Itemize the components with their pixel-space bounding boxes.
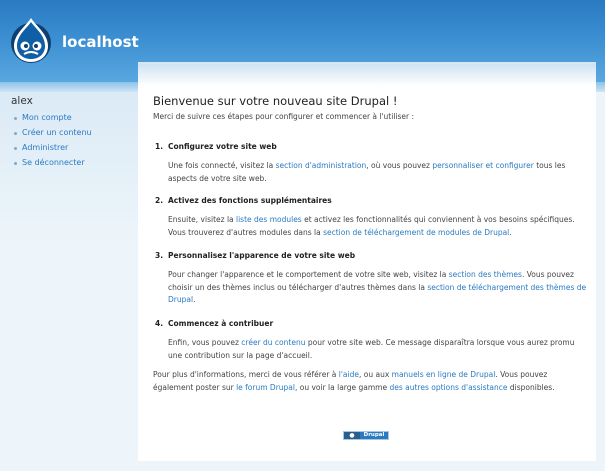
inline-link[interactable]: l'aide [339,370,359,379]
step-heading: 2. Activez des fonctions supplémentaires [155,196,587,208]
step-2: 2. Activez des fonctions supplémentaires … [155,196,587,239]
inline-text: , où vous pouvez [366,161,433,170]
inline-text: , ou aux [358,370,392,379]
inline-text: disponibles. [507,382,555,392]
powered-by-drupal-badge[interactable]: ● Drupal [343,431,389,440]
inline-link[interactable]: des autres options d'assistance [389,383,507,392]
step-body: Ensuite, visitez la liste des modules et… [168,214,587,239]
step-body: Pour changer l'apparence et le comportem… [168,269,587,307]
inline-text: , ou voir la large gamme [294,382,390,392]
inline-link[interactable]: section des thèmes [449,270,522,279]
step-1: 1. Configurez votre site web Une fois con… [155,142,587,185]
sidebar-user-name: alex [11,95,33,107]
inline-text: Une fois connecté, visitez la [168,161,276,170]
intro-text: Merci de suivre ces étapes pour configur… [153,112,414,121]
step-number: 3. [155,251,164,260]
inline-text: . [193,295,196,304]
inline-link[interactable]: personnaliser et configurer [432,161,533,170]
more-info-text: Pour plus d'informations, merci de vous … [153,369,583,394]
inline-link[interactable]: section d'administration [276,161,367,170]
inline-text: Pour changer l'apparence et le comportem… [168,270,449,279]
drupal-drop-icon[interactable] [10,16,52,64]
step-number: 1. [155,142,164,151]
inline-text: Pour plus d'informations, merci de vous … [153,370,339,379]
inline-link[interactable]: créer du contenu [241,338,305,347]
step-body: Une fois connecté, visitez la section d'… [168,160,587,185]
step-title: Configurez votre site web [168,142,277,151]
step-title: Personnalisez l'apparence de votre site … [168,251,356,260]
main-content: Bienvenue sur votre nouveau site Drupal … [138,62,596,461]
inline-link[interactable]: section de téléchargement de modules de … [323,228,509,237]
sidebar-item-deconnecter[interactable]: Se déconnecter [12,157,92,172]
step-4: 4. Commencez à contribuer Enfin, vous pou… [155,319,587,362]
step-title: Commencez à contribuer [168,319,274,328]
sidebar-item-creer-contenu[interactable]: Créer un contenu [12,127,92,142]
inline-link[interactable]: le forum Drupal [236,383,295,392]
step-heading: 1. Configurez votre site web [155,142,587,154]
step-heading: 4. Commencez à contribuer [155,319,587,331]
sidebar-item-label[interactable]: Mon compte [22,113,72,122]
inline-text: Ensuite, visitez la [168,215,237,224]
step-title: Activez des fonctions supplémentaires [168,196,332,205]
sidebar-item-mon-compte[interactable]: Mon compte [12,112,92,127]
drupal-mini-icon: ● [344,432,360,439]
step-3: 3. Personnalisez l'apparence de votre sit… [155,251,587,307]
step-heading: 3. Personnalisez l'apparence de votre sit… [155,251,587,263]
user-menu: Mon compte Créer un contenu Administrer … [12,112,92,172]
step-number: 2. [155,196,164,205]
site-name[interactable]: localhost [62,33,139,51]
sidebar-item-label[interactable]: Se déconnecter [22,158,85,167]
step-number: 4. [155,319,164,328]
inline-text: Enfin, vous pouvez [168,338,242,347]
content-top-fade [138,64,596,86]
inline-text: . [509,227,512,237]
inline-link[interactable]: liste des modules [236,215,302,224]
sidebar-item-label[interactable]: Administrer [22,143,68,152]
powered-by-label: Drupal [360,432,388,439]
step-body: Enfin, vous pouvez créer du contenu pour… [168,337,587,362]
sidebar-item-label[interactable]: Créer un contenu [22,128,92,137]
inline-link[interactable]: manuels en ligne de Drupal [392,370,496,379]
sidebar-item-administrer[interactable]: Administrer [12,142,92,157]
page-title: Bienvenue sur votre nouveau site Drupal … [153,94,398,108]
